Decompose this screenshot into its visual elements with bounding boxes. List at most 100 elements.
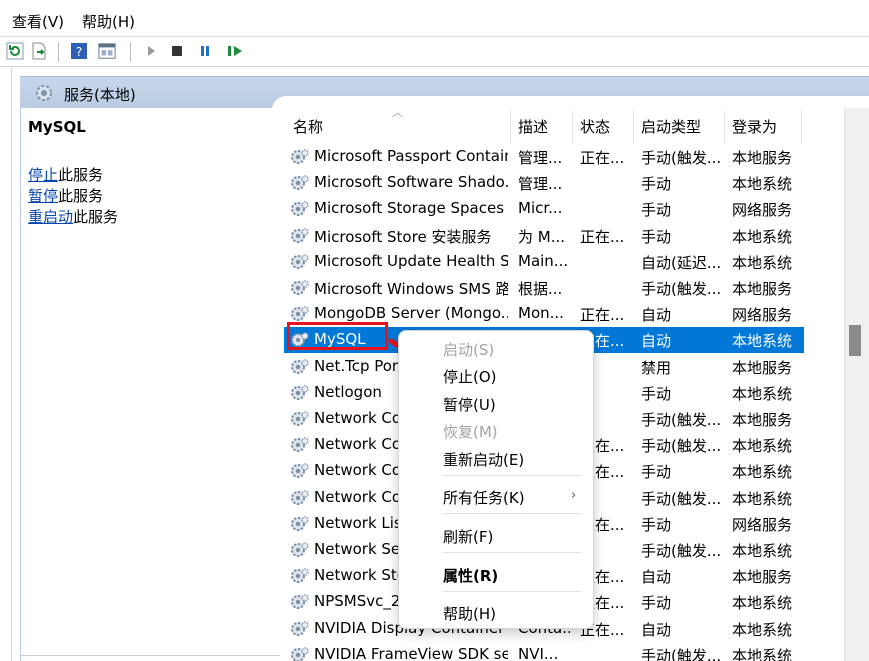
menu-item-start[interactable]: 启动(S) xyxy=(443,339,494,360)
service-startup-type: 自动 xyxy=(641,306,672,325)
restart-service-icon[interactable] xyxy=(226,42,244,60)
table-row[interactable]: Microsoft Software Shado... 管理... 手动 本地系统 xyxy=(284,170,804,196)
action-text: 此服务 xyxy=(73,208,119,226)
menu-separator xyxy=(443,552,581,553)
column-divider[interactable] xyxy=(510,110,511,144)
service-description: NVI... xyxy=(518,644,559,661)
menu-view[interactable]: 查看(V) xyxy=(12,11,64,32)
service-logon-as: 本地系统 xyxy=(732,437,793,456)
service-logon-as: 本地服务 xyxy=(732,149,793,167)
service-startup-type: 自动 xyxy=(641,620,672,639)
vertical-scrollbar[interactable] xyxy=(844,108,869,661)
toolbar-separator xyxy=(58,42,59,62)
service-description: Main... xyxy=(518,251,569,270)
menu-help[interactable]: 帮助(H) xyxy=(82,11,135,32)
sort-ascending-icon: ︿ xyxy=(392,108,403,119)
service-logon-as: 本地系统 xyxy=(732,253,793,272)
table-row[interactable]: Microsoft Store 安装服务 为 M... 正在... 手动 本地系统 xyxy=(284,223,804,249)
service-startup-type: 手动(触发... xyxy=(641,489,722,508)
column-header-description[interactable]: 描述 xyxy=(518,116,548,137)
service-logon-as: 本地系统 xyxy=(732,463,793,482)
menu-separator xyxy=(443,513,581,514)
menu-item-refresh[interactable]: 刷新(F) xyxy=(443,526,493,547)
menu-item-stop[interactable]: 停止(O) xyxy=(443,366,497,387)
menu-separator xyxy=(443,475,581,476)
column-divider[interactable] xyxy=(724,110,725,144)
column-header-logon-as[interactable]: 登录为 xyxy=(732,116,777,137)
service-startup-type: 手动 xyxy=(641,201,672,220)
service-startup-type: 手动 xyxy=(641,227,672,246)
menu-item-help[interactable]: 帮助(H) xyxy=(443,603,496,624)
restart-service-link[interactable]: 重启动 xyxy=(28,208,73,226)
column-divider[interactable] xyxy=(633,110,634,144)
table-row[interactable]: Microsoft Update Health S... Main... 自动(延迟… xyxy=(284,249,804,275)
service-startup-type: 手动(触发... xyxy=(641,542,722,560)
service-startup-type: 手动(触发... xyxy=(641,280,722,298)
service-logon-as: 本地系统 xyxy=(732,175,793,194)
service-gear-icon xyxy=(290,358,310,380)
service-description: 管理... xyxy=(518,175,563,194)
help-icon[interactable]: ? xyxy=(70,42,88,60)
menu-bar: 查看(V) 帮助(H) xyxy=(0,0,869,37)
service-name: Microsoft Windows SMS 路... xyxy=(314,280,508,298)
service-name: MongoDB Server (Mongo... xyxy=(314,304,508,323)
table-row[interactable]: Microsoft Windows SMS 路... 根据... 手动(触发... 本… xyxy=(284,275,804,301)
scrollbar-thumb[interactable] xyxy=(849,325,861,356)
service-logon-as: 本地系统 xyxy=(732,489,793,508)
action-pause: 暂停此服务 xyxy=(28,185,103,206)
stop-service-icon[interactable] xyxy=(168,42,186,60)
column-divider[interactable] xyxy=(801,110,802,144)
service-description: Micr... xyxy=(518,199,563,218)
service-name: Microsoft Software Shado... xyxy=(314,173,508,192)
column-header-startup-type[interactable]: 启动类型 xyxy=(641,116,701,137)
start-service-icon[interactable] xyxy=(142,42,160,60)
service-startup-type: 手动(触发... xyxy=(641,149,722,167)
service-startup-type: 手动 xyxy=(641,384,672,403)
service-gear-icon xyxy=(290,200,310,222)
action-text: 此服务 xyxy=(58,187,104,205)
service-logon-as: 本地服务 xyxy=(732,411,793,429)
service-startup-type: 自动(延迟... xyxy=(641,253,722,272)
service-startup-type: 手动 xyxy=(641,175,672,194)
service-logon-as: 本地系统 xyxy=(732,384,793,403)
services-gear-icon xyxy=(34,83,54,107)
properties-window-icon[interactable] xyxy=(98,42,116,60)
pause-service-icon[interactable] xyxy=(196,42,214,60)
service-startup-type: 手动 xyxy=(641,515,672,534)
menu-item-resume[interactable]: 恢复(M) xyxy=(443,421,498,442)
service-startup-type: 自动 xyxy=(641,568,672,587)
menu-item-pause[interactable]: 暂停(U) xyxy=(443,394,496,415)
table-row[interactable]: Microsoft Passport Container 管理... 正在... 手动… xyxy=(284,144,804,170)
stop-service-link[interactable]: 停止 xyxy=(28,166,58,184)
service-logon-as: 本地系统 xyxy=(732,542,793,560)
service-startup-type: 自动 xyxy=(641,332,672,351)
service-name: Microsoft Passport Container xyxy=(314,147,508,165)
table-row[interactable]: Microsoft Storage Spaces S... Micr... 手动 网络… xyxy=(284,196,804,222)
pause-service-link[interactable]: 暂停 xyxy=(28,187,58,205)
service-startup-type: 手动 xyxy=(641,594,672,613)
service-gear-icon xyxy=(290,515,310,537)
action-stop: 停止此服务 xyxy=(28,164,103,185)
menu-item-restart[interactable]: 重新启动(E) xyxy=(443,449,524,470)
service-gear-icon xyxy=(290,567,310,589)
column-header-status[interactable]: 状态 xyxy=(580,116,610,137)
table-row[interactable]: NVIDIA FrameView SDK se... NVI... 手动(触发...… xyxy=(284,642,804,661)
column-header-name[interactable]: 名称 xyxy=(293,116,323,137)
service-gear-icon xyxy=(290,593,310,615)
refresh-icon[interactable] xyxy=(6,42,24,60)
menu-separator xyxy=(443,591,581,592)
service-startup-type: 禁用 xyxy=(641,358,672,377)
export-list-icon[interactable] xyxy=(30,42,48,60)
toolbar: ? xyxy=(0,37,869,67)
service-name: Microsoft Store 安装服务 xyxy=(314,227,492,246)
service-gear-icon xyxy=(290,436,310,458)
menu-item-all-tasks[interactable]: 所有任务(K) xyxy=(443,487,525,508)
column-divider[interactable] xyxy=(572,110,573,144)
service-description: 根据... xyxy=(518,280,563,298)
service-gear-icon xyxy=(290,462,310,484)
service-name: Microsoft Storage Spaces S... xyxy=(314,199,508,218)
service-logon-as: 本地服务 xyxy=(732,280,793,298)
menu-item-properties[interactable]: 属性(R) xyxy=(443,565,498,586)
service-status: 正在... xyxy=(580,227,625,246)
service-gear-icon xyxy=(290,410,310,432)
